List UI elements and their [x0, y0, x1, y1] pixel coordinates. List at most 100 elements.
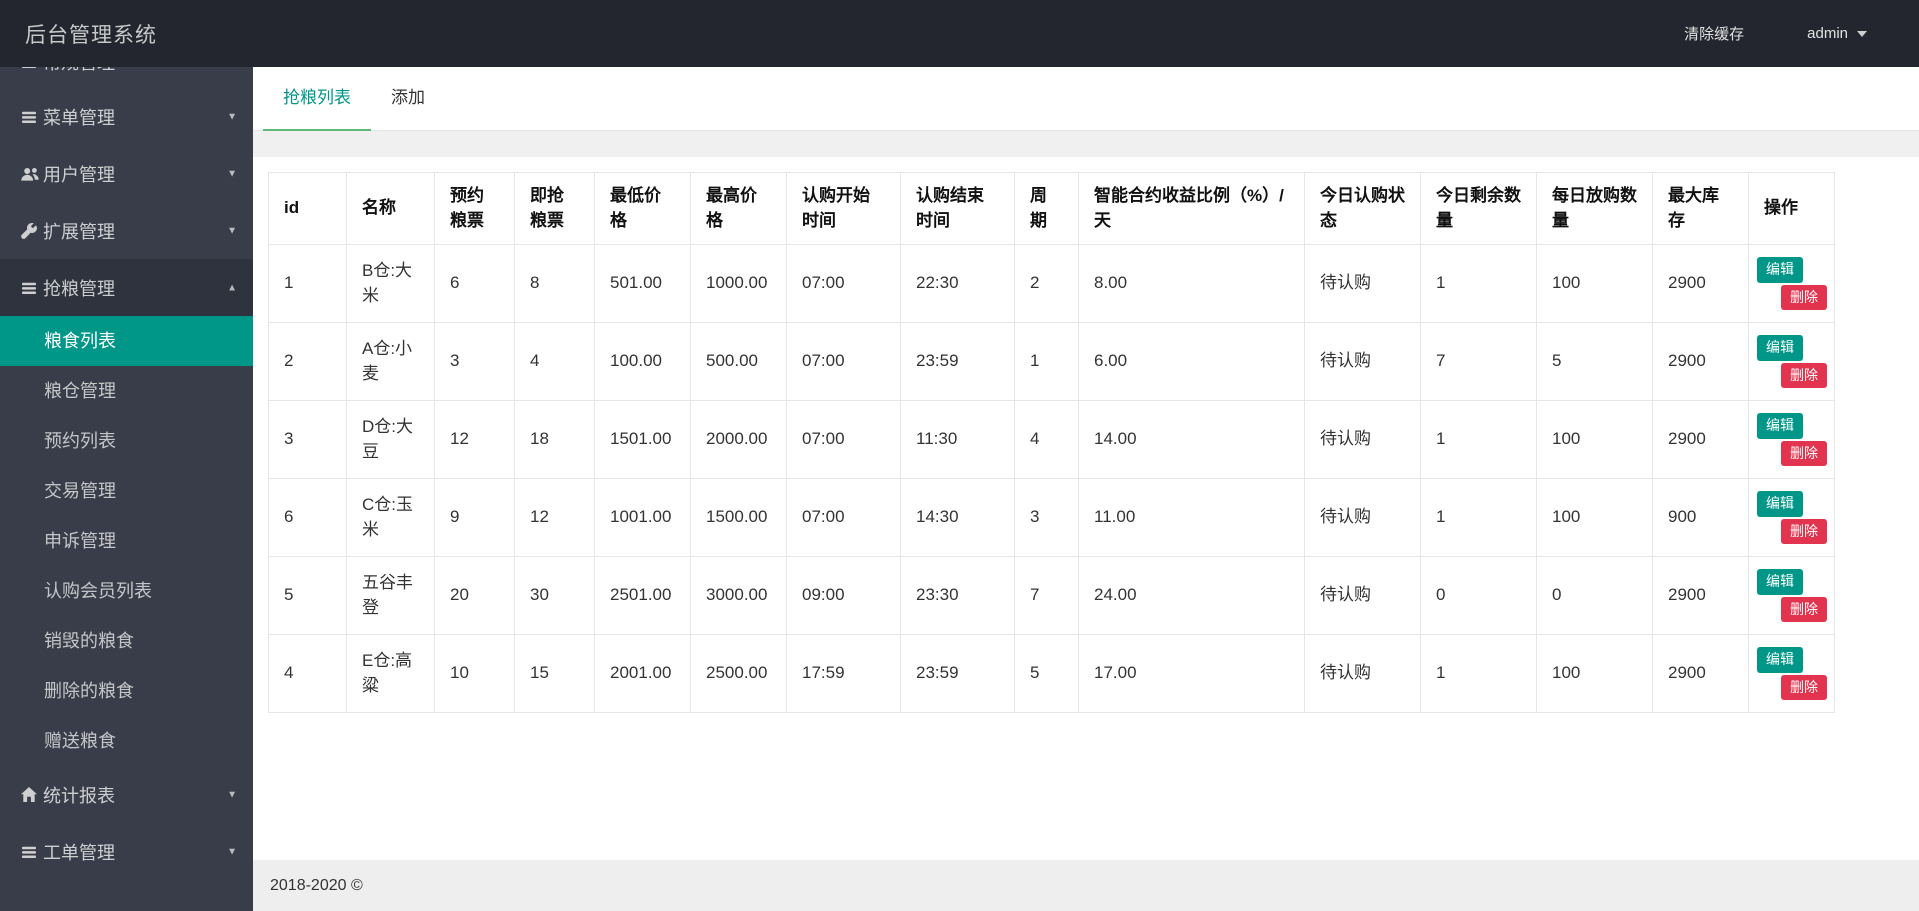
sidebar-subitem-8[interactable]: 赠送粮食: [0, 716, 253, 766]
page-footer: 2018-2020 ©: [253, 860, 1919, 911]
edit-button[interactable]: 编辑: [1757, 335, 1803, 361]
table-cell: 07:00: [786, 478, 901, 557]
table-cell: 1: [1420, 634, 1537, 713]
sidebar-item-label: 扩展管理: [43, 221, 115, 242]
sidebar-item-menus[interactable]: 菜单管理 ▼: [0, 88, 253, 145]
sidebar-submenu: 粮食列表 粮仓管理 预约列表 交易管理 申诉管理 认购会员列表 销毁的粮食 删除的粮食 赠送粮食: [0, 316, 253, 766]
chevron-down-icon: ▼: [227, 789, 237, 800]
table-cell: 4: [268, 634, 347, 713]
chevron-down-icon: [1857, 31, 1867, 38]
chevron-down-icon: ▼: [227, 111, 237, 122]
table-cell: 23:59: [900, 322, 1015, 401]
table-cell: 07:00: [786, 400, 901, 479]
column-header: 今日剩余数量: [1420, 172, 1537, 245]
sidebar-subitem-5[interactable]: 认购会员列表: [0, 566, 253, 616]
actions-cell: 编辑 删除: [1748, 244, 1835, 323]
sidebar-subitem-4[interactable]: 申诉管理: [0, 516, 253, 566]
table-cell: 22:30: [900, 244, 1015, 323]
edit-button[interactable]: 编辑: [1757, 647, 1803, 673]
actions-cell: 编辑 删除: [1748, 322, 1835, 401]
table-cell: 3: [434, 322, 515, 401]
sidebar-menu: 常规管理▼菜单管理▼用户管理▼扩展管理▼抢粮管理▲粮食列表粮仓管理预约列表交易管…: [0, 0, 253, 880]
edit-button[interactable]: 编辑: [1757, 569, 1803, 595]
user-menu[interactable]: admin: [1803, 25, 1871, 42]
sidebar-subitem-6[interactable]: 销毁的粮食: [0, 616, 253, 666]
table-cell: 6.00: [1078, 322, 1305, 401]
chevron-down-icon: ▼: [227, 168, 237, 179]
tab-add[interactable]: 添加: [371, 67, 445, 130]
edit-button[interactable]: 编辑: [1757, 491, 1803, 517]
table-cell: 5: [1536, 322, 1653, 401]
table-cell: 3: [268, 400, 347, 479]
table-cell: 15: [514, 634, 595, 713]
table-cell: A仓:小麦: [346, 322, 435, 401]
tab-bar: 抢粮列表 添加: [253, 67, 1919, 131]
chevron-up-icon: ▲: [227, 282, 237, 293]
table-cell: E仓:高粱: [346, 634, 435, 713]
sidebar-subitem-3[interactable]: 交易管理: [0, 466, 253, 516]
column-header: 认购开始时间: [786, 172, 901, 245]
delete-button[interactable]: 删除: [1781, 362, 1827, 388]
table-cell: 07:00: [786, 244, 901, 323]
delete-button[interactable]: 删除: [1781, 596, 1827, 622]
table-cell: 09:00: [786, 556, 901, 635]
table-cell: 5: [268, 556, 347, 635]
clear-cache-button[interactable]: 清除缓存: [1680, 23, 1748, 44]
delete-button[interactable]: 删除: [1781, 284, 1827, 310]
content-divider: [253, 131, 1919, 157]
table-cell: 0: [1536, 556, 1653, 635]
column-header: id: [268, 172, 347, 245]
sidebar-item-users[interactable]: 用户管理 ▼: [0, 145, 253, 202]
sidebar-subitem-7[interactable]: 删除的粮食: [0, 666, 253, 716]
table-cell: 待认购: [1304, 400, 1421, 479]
table-cell: 501.00: [594, 244, 691, 323]
menu-icon: [21, 281, 43, 295]
column-header: 今日认购状态: [1304, 172, 1421, 245]
table-header-row: id 名称 预约粮票 即抢粮票 最低价格 最高价格 认购开始时间 认购结束时间 周期 智能合约收益…: [268, 172, 1835, 245]
table-cell: 待认购: [1304, 556, 1421, 635]
sidebar-item-label: 菜单管理: [43, 107, 115, 128]
table-cell: 23:30: [900, 556, 1015, 635]
menu-icon: [21, 845, 43, 859]
table-cell: 20: [434, 556, 515, 635]
table-row: 6 C仓:玉米 9 12 1001.00 1500.00 07:00 14:30 3 11.00 待…: [268, 478, 1835, 557]
table-cell: 4: [514, 322, 595, 401]
edit-button[interactable]: 编辑: [1757, 257, 1803, 283]
chevron-down-icon: ▼: [227, 225, 237, 236]
table-cell: 17:59: [786, 634, 901, 713]
sidebar-item-label: 统计报表: [43, 785, 115, 806]
tab-grab-grain-list[interactable]: 抢粮列表: [263, 67, 371, 131]
table-cell: 14:30: [900, 478, 1015, 557]
home-icon: [21, 787, 43, 802]
table-cell: 2900: [1652, 400, 1749, 479]
sidebar-subitem-2[interactable]: 预约列表: [0, 416, 253, 466]
table-cell: B仓:大米: [346, 244, 435, 323]
content-card: id 名称 预约粮票 即抢粮票 最低价格 最高价格 认购开始时间 认购结束时间 周期 智能合约收益…: [253, 157, 1919, 728]
table-cell: 2: [1014, 244, 1079, 323]
delete-button[interactable]: 删除: [1781, 440, 1827, 466]
table-cell: 1: [1420, 400, 1537, 479]
sidebar-subitem-1[interactable]: 粮仓管理: [0, 366, 253, 416]
actions-cell: 编辑 删除: [1748, 556, 1835, 635]
sidebar-item-extend[interactable]: 扩展管理 ▼: [0, 202, 253, 259]
sidebar-item-workorder[interactable]: 工单管理 ▼: [0, 823, 253, 880]
table-cell: 2900: [1652, 634, 1749, 713]
sidebar-subitem-0[interactable]: 粮食列表: [0, 316, 253, 366]
sidebar-item-stats[interactable]: 统计报表 ▼: [0, 766, 253, 823]
actions-cell: 编辑 删除: [1748, 478, 1835, 557]
delete-button[interactable]: 删除: [1781, 518, 1827, 544]
table-cell: 2: [268, 322, 347, 401]
table-cell: 1000.00: [690, 244, 787, 323]
sidebar-item-label: 工单管理: [43, 842, 115, 863]
column-header: 最高价格: [690, 172, 787, 245]
delete-button[interactable]: 删除: [1781, 674, 1827, 700]
table-cell: 24.00: [1078, 556, 1305, 635]
sidebar-item-grain[interactable]: 抢粮管理 ▲: [0, 259, 253, 316]
table-cell: 8: [514, 244, 595, 323]
username: admin: [1807, 25, 1848, 42]
table-cell: 2000.00: [690, 400, 787, 479]
table-cell: 3000.00: [690, 556, 787, 635]
edit-button[interactable]: 编辑: [1757, 413, 1803, 439]
column-header: 每日放购数量: [1536, 172, 1653, 245]
table-cell: 2900: [1652, 244, 1749, 323]
